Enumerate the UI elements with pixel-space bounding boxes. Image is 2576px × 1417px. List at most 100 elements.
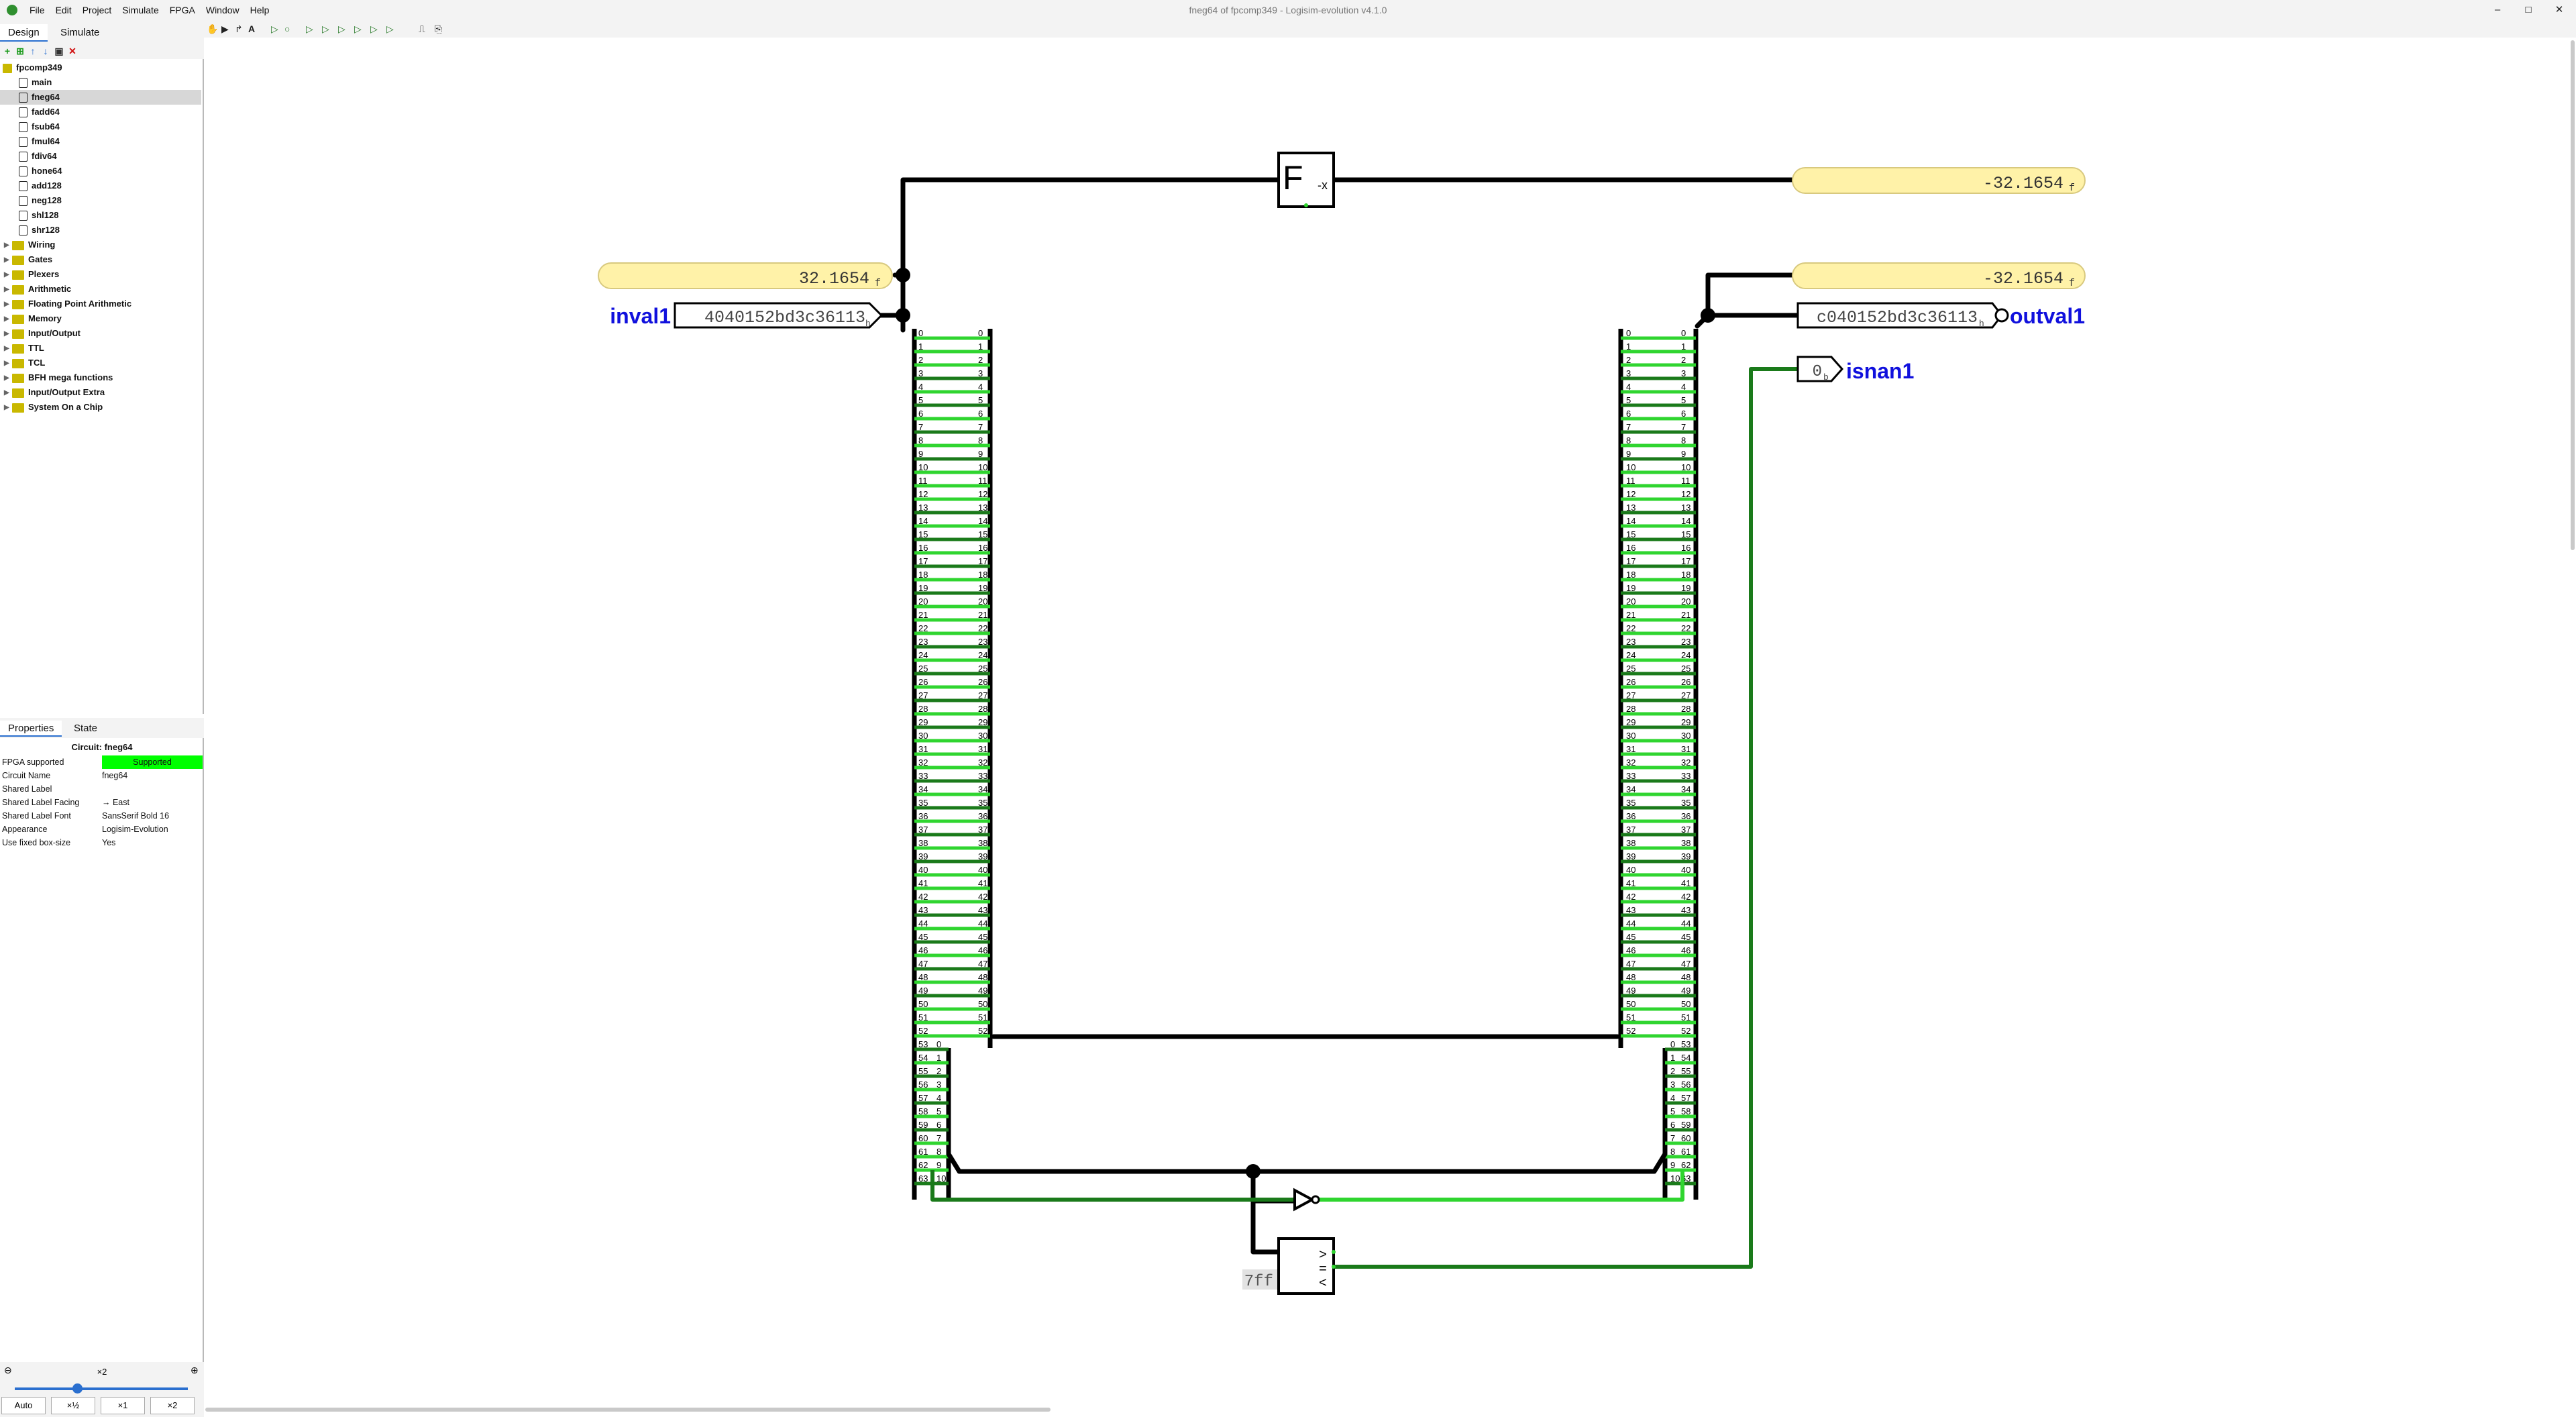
- expand-icon[interactable]: ▶: [4, 401, 12, 415]
- expand-icon[interactable]: ▶: [4, 238, 12, 253]
- not-gate[interactable]: [1293, 1188, 1320, 1212]
- nand-gate-tool-icon[interactable]: ▷: [370, 23, 378, 35]
- constant-7ff[interactable]: 7ff: [1242, 1269, 1279, 1291]
- tree-circuit-add128[interactable]: add128: [0, 178, 201, 193]
- zoom-half-button[interactable]: ×½: [51, 1397, 95, 1414]
- prop-row-label-font[interactable]: Shared Label Font SansSerif Bold 16: [0, 809, 204, 823]
- output-pin-outval1[interactable]: c040152bd3c36113 h outval1: [1796, 302, 2085, 329]
- tree-lib-memory[interactable]: ▶ Memory: [0, 311, 201, 326]
- expand-icon[interactable]: ▶: [4, 371, 12, 386]
- tree-lib-fp-arithmetic[interactable]: ▶ Floating Point Arithmetic: [0, 297, 201, 311]
- tree-lib-ttl[interactable]: ▶ TTL: [0, 341, 201, 356]
- zoom-slider-track[interactable]: [15, 1387, 188, 1390]
- input-splitter[interactable]: 0 01 12 23 34 45 56 67 78 89 910 1011 1112 1213 1314 14…: [912, 328, 993, 1200]
- vertical-scrollbar[interactable]: [2571, 40, 2575, 550]
- tree-circuit-shl128[interactable]: shl128: [0, 208, 201, 223]
- tree-circuit-hone64[interactable]: hone64: [0, 164, 201, 178]
- tree-lib-tcl[interactable]: ▶ TCL: [0, 356, 201, 370]
- expand-icon[interactable]: ▶: [4, 386, 12, 401]
- hand-tool-icon[interactable]: ✋: [207, 23, 218, 35]
- tree-circuit-fmul64[interactable]: fmul64: [0, 134, 201, 149]
- tree-lib-soc[interactable]: ▶ System On a Chip: [0, 400, 201, 415]
- move-up-icon[interactable]: ↑: [28, 46, 38, 56]
- wire-sign-bit-out[interactable]: [1318, 1170, 1684, 1202]
- signal-wires[interactable]: [930, 367, 1798, 1269]
- expand-icon[interactable]: ▶: [4, 268, 12, 282]
- minimize-button[interactable]: –: [2482, 0, 2513, 20]
- input-pin-tool-icon[interactable]: ▷: [271, 23, 278, 35]
- comparator[interactable]: > = <: [1277, 1237, 1336, 1295]
- tree-circuit-fsub64[interactable]: fsub64: [0, 119, 201, 134]
- xor-gate-tool-icon[interactable]: ▷: [354, 23, 362, 35]
- tree-lib-bfh[interactable]: ▶ BFH mega functions: [0, 370, 201, 385]
- zoom-slider-knob[interactable]: [72, 1383, 83, 1394]
- fp-negator[interactable]: F -x: [1277, 152, 1335, 208]
- close-button[interactable]: ✕: [2544, 0, 2575, 20]
- prop-row-appearance[interactable]: Appearance Logisim-Evolution: [0, 823, 204, 836]
- tree-project[interactable]: fpcomp349: [3, 60, 203, 75]
- wire-sign-bit-in[interactable]: [930, 1170, 1295, 1202]
- tab-state[interactable]: State: [66, 721, 105, 737]
- circuit-canvas[interactable]: 0 0 1 1 2 2 3 3 4 4 5 5 6 6 7 7 8 8 9 9 10 10 11 11 12 12 13 13 14 14…: [205, 38, 2576, 1409]
- expand-icon[interactable]: ▶: [4, 356, 12, 371]
- output-splitter[interactable]: 0011223344556677889910101111121213131414…: [1618, 328, 1699, 1200]
- tree-circuit-fadd64[interactable]: fadd64: [0, 105, 201, 119]
- probe-input[interactable]: 32.1654 f: [598, 262, 893, 289]
- maximize-button[interactable]: □: [2513, 0, 2544, 20]
- delete-circuit-icon[interactable]: ✕: [67, 46, 78, 56]
- tree-circuit-shr128[interactable]: shr128: [0, 223, 201, 238]
- probe-negated[interactable]: -32.1654 f: [1792, 167, 2086, 194]
- tree-circuit-main[interactable]: main: [0, 75, 201, 90]
- prop-row-shared-label[interactable]: Shared Label: [0, 782, 204, 796]
- and-gate-tool-icon[interactable]: ▷: [322, 23, 329, 35]
- select-tool-icon[interactable]: ▶: [221, 23, 229, 35]
- zoom-auto-button[interactable]: Auto: [1, 1397, 46, 1414]
- wire-isnan[interactable]: [1334, 367, 1798, 1269]
- layout-tool-icon[interactable]: ⎍: [419, 23, 425, 35]
- expand-icon[interactable]: ▶: [4, 253, 12, 268]
- nor-gate-tool-icon[interactable]: ▷: [386, 23, 394, 35]
- horizontal-scrollbar[interactable]: [205, 1408, 1051, 1412]
- tree-lib-io[interactable]: ▶ Input/Output: [0, 326, 201, 341]
- output-pin-isnan1[interactable]: 0 b isnan1: [1796, 356, 1914, 383]
- wire-output-to-probe[interactable]: [1705, 272, 1795, 318]
- tab-design[interactable]: Design: [0, 24, 48, 42]
- expand-icon[interactable]: ▶: [4, 297, 12, 312]
- output-pin-tool-icon[interactable]: ○: [284, 23, 290, 35]
- or-gate-tool-icon[interactable]: ▷: [338, 23, 345, 35]
- tree-lib-wiring[interactable]: ▶ Wiring: [0, 238, 201, 252]
- tree-lib-io-extra[interactable]: ▶ Input/Output Extra: [0, 385, 201, 400]
- move-down-icon[interactable]: ↓: [40, 46, 51, 56]
- add-vhdl-icon[interactable]: ⊞: [15, 46, 25, 56]
- text-tool-icon[interactable]: A: [248, 23, 255, 35]
- expand-icon[interactable]: ▶: [4, 312, 12, 327]
- not-gate-tool-icon[interactable]: ▷: [306, 23, 313, 35]
- tree-circuit-fneg64[interactable]: fneg64: [0, 90, 201, 105]
- tree-circuit-neg128[interactable]: neg128: [0, 193, 201, 208]
- zoom-in-icon[interactable]: ⊕: [191, 1365, 199, 1376]
- wire-exp-to-comparator[interactable]: [1250, 1169, 1281, 1255]
- tree-lib-gates[interactable]: ▶ Gates: [0, 252, 201, 267]
- tree-circuit-fdiv64[interactable]: fdiv64: [0, 149, 201, 164]
- expand-icon[interactable]: ▶: [4, 342, 12, 356]
- prop-row-circuit-name[interactable]: Circuit Name fneg64: [0, 769, 204, 782]
- zoom-one-button[interactable]: ×1: [101, 1397, 145, 1414]
- expand-icon[interactable]: ▶: [4, 327, 12, 342]
- tree-lib-arithmetic[interactable]: ▶ Arithmetic: [0, 282, 201, 297]
- wiring-tool-icon[interactable]: ↱: [235, 23, 243, 35]
- expand-icon[interactable]: ▶: [4, 282, 12, 297]
- appearance-tool-icon[interactable]: ⎘: [435, 23, 442, 35]
- prop-row-fpga[interactable]: FPGA supported Supported: [0, 755, 204, 769]
- wire-input-to-fneg[interactable]: [876, 177, 1281, 318]
- input-pin-inval1[interactable]: 4040152bd3c36113 h inval1: [610, 302, 883, 329]
- edit-appearance-icon[interactable]: ▣: [54, 46, 64, 56]
- prop-row-fixed-box[interactable]: Use fixed box-size Yes: [0, 836, 204, 849]
- tree-lib-plexers[interactable]: ▶ Plexers: [0, 267, 201, 282]
- prop-row-label-facing[interactable]: Shared Label Facing → East: [0, 796, 204, 809]
- wire-exponent-bus[interactable]: [946, 1151, 1668, 1174]
- tab-simulate[interactable]: Simulate: [52, 24, 107, 42]
- probe-output[interactable]: -32.1654 f: [1792, 262, 2086, 289]
- bus-wires[interactable]: [876, 177, 1801, 1255]
- zoom-two-button[interactable]: ×2: [150, 1397, 195, 1414]
- wire-exp-to-not[interactable]: [1250, 1169, 1297, 1204]
